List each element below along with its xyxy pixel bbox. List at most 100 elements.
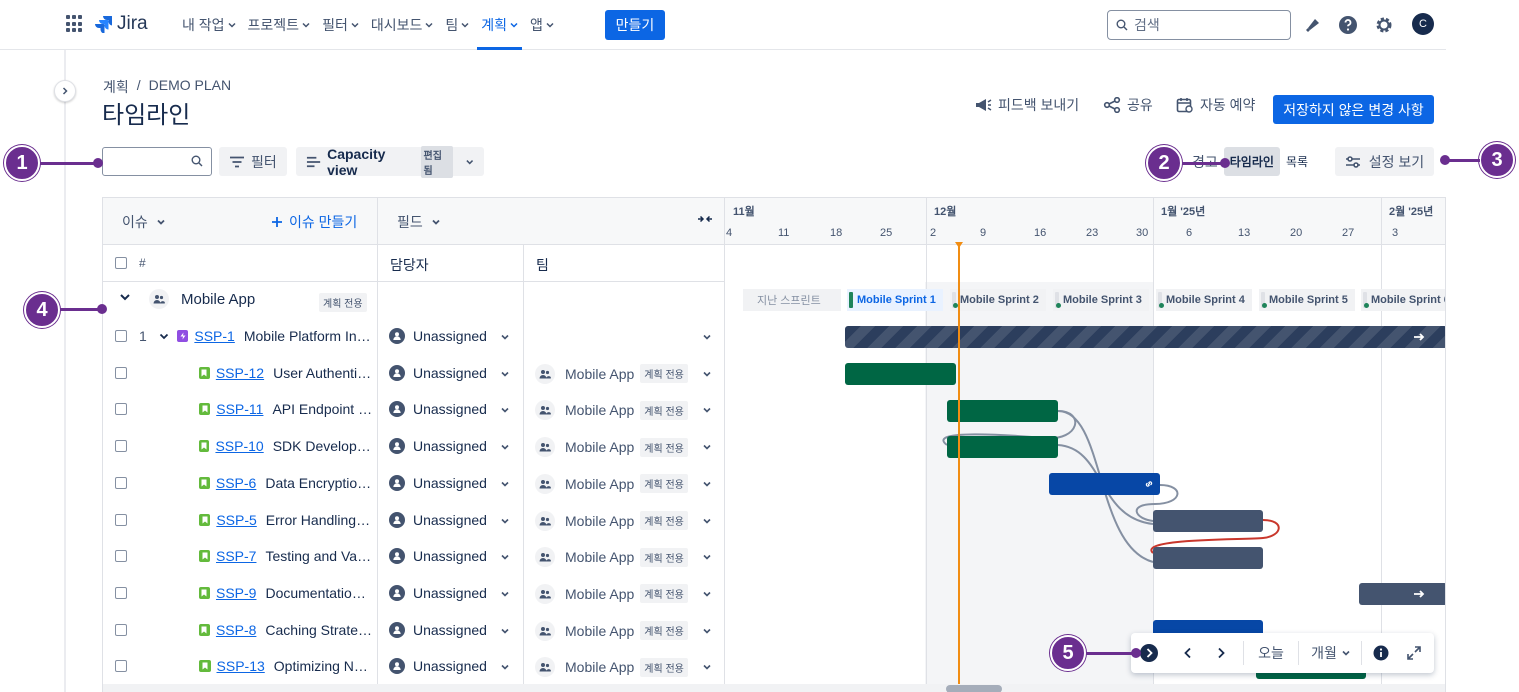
chevron-down-icon[interactable]: [702, 626, 712, 636]
collapse-group-icon[interactable]: [119, 291, 131, 303]
app-switcher-icon[interactable]: [66, 15, 84, 33]
assignee-column-header[interactable]: 담당자: [390, 255, 429, 275]
table-row[interactable]: SSP-11 API Endpoint D... Unassigned Mobi…: [103, 392, 725, 429]
issues-dropdown[interactable]: 이슈: [122, 212, 166, 232]
issue-summary[interactable]: Caching Strategy...: [265, 622, 373, 638]
issue-key-link[interactable]: SSP-8: [216, 622, 256, 638]
user-avatar[interactable]: C: [1412, 13, 1434, 35]
issue-bar-ssp-7[interactable]: [1153, 547, 1263, 569]
row-checkbox[interactable]: [115, 550, 127, 563]
auto-schedule-button[interactable]: 자동 예약: [1176, 95, 1255, 115]
nav-filters[interactable]: 필터: [316, 0, 365, 50]
row-checkbox[interactable]: [115, 476, 127, 489]
issue-key-link[interactable]: SSP-11: [216, 401, 263, 417]
create-button[interactable]: 만들기: [605, 10, 665, 40]
breadcrumb-plans[interactable]: 계획: [103, 77, 129, 97]
table-row[interactable]: 1 SSP-1 Mobile Platform Inte... Unassign…: [103, 319, 725, 356]
issue-key-link[interactable]: SSP-7: [216, 548, 256, 564]
issue-summary[interactable]: API Endpoint D...: [272, 401, 373, 417]
chevron-down-icon[interactable]: [500, 332, 510, 342]
help-icon[interactable]: [1337, 14, 1359, 36]
table-row[interactable]: SSP-12 User Authentica... Unassigned Mob…: [103, 356, 725, 393]
issue-summary[interactable]: Data Encryption I...: [265, 475, 373, 491]
issue-bar-ssp-6[interactable]: [1049, 473, 1160, 495]
chevron-down-icon[interactable]: [702, 516, 712, 526]
chevron-down-icon[interactable]: [500, 369, 510, 379]
team-field[interactable]: Mobile App 계획 전용: [535, 437, 688, 458]
fullscreen-icon[interactable]: [1396, 646, 1432, 660]
epic-bar-ssp-1[interactable]: [845, 326, 1445, 348]
table-row[interactable]: SSP-8 Caching Strategy... Unassigned Mob…: [103, 613, 725, 650]
settings-gear-icon[interactable]: [1373, 14, 1395, 36]
assignee-field[interactable]: Unassigned: [389, 584, 487, 601]
issue-summary[interactable]: User Authentica...: [273, 365, 373, 381]
info-icon[interactable]: [1366, 645, 1396, 661]
row-checkbox[interactable]: [115, 330, 127, 342]
expand-children-icon[interactable]: [159, 331, 169, 341]
assignee-field[interactable]: Unassigned: [389, 658, 487, 675]
expand-sidebar-button[interactable]: [54, 80, 76, 102]
chevron-down-icon[interactable]: [702, 442, 712, 452]
view-settings-button[interactable]: 설정 보기: [1335, 147, 1434, 176]
assignee-field[interactable]: Unassigned: [389, 474, 487, 491]
row-checkbox[interactable]: [115, 366, 127, 379]
chevron-down-icon[interactable]: [500, 516, 510, 526]
scroll-right-button[interactable]: [1205, 647, 1237, 659]
chevron-down-icon[interactable]: [702, 369, 712, 379]
team-field[interactable]: Mobile App 계획 전용: [535, 657, 688, 678]
row-checkbox[interactable]: [115, 660, 127, 673]
issue-bar-ssp-10[interactable]: [947, 436, 1058, 458]
team-field[interactable]: Mobile App 계획 전용: [535, 620, 688, 641]
fields-dropdown[interactable]: 필드: [397, 212, 441, 232]
table-row[interactable]: SSP-5 Error Handling a... Unassigned Mob…: [103, 503, 725, 540]
chevron-down-icon[interactable]: [702, 662, 712, 672]
issue-key-link[interactable]: SSP-12: [216, 365, 264, 381]
table-row[interactable]: SSP-7 Testing and Valid... Unassigned Mo…: [103, 539, 725, 576]
assignee-field[interactable]: Unassigned: [389, 364, 487, 381]
scroll-left-button[interactable]: [1171, 647, 1205, 659]
issue-summary[interactable]: Testing and Valid...: [265, 548, 373, 564]
today-button[interactable]: 오늘: [1250, 643, 1292, 663]
issue-key-link[interactable]: SSP-5: [216, 512, 256, 528]
search-input[interactable]: 검색: [1107, 10, 1291, 40]
unsaved-changes-button[interactable]: 저장하지 않은 변경 사항: [1273, 95, 1434, 124]
issue-summary[interactable]: Error Handling a...: [266, 512, 373, 528]
scrollbar-thumb[interactable]: [946, 685, 1002, 692]
assignee-field[interactable]: Unassigned: [389, 438, 487, 455]
share-button[interactable]: 공유: [1103, 95, 1153, 115]
jira-logo[interactable]: Jira: [94, 13, 148, 35]
capacity-view-dropdown[interactable]: Capacity view 편집됨: [296, 145, 484, 178]
scale-dropdown[interactable]: 개월: [1305, 643, 1357, 663]
assignee-field[interactable]: Unassigned: [389, 401, 487, 418]
issue-summary[interactable]: Optimizing Net...: [274, 658, 373, 674]
issue-key-link[interactable]: SSP-10: [215, 438, 263, 454]
issue-key-link[interactable]: SSP-6: [216, 475, 256, 491]
chevron-down-icon[interactable]: [500, 589, 510, 599]
chevron-down-icon[interactable]: [702, 479, 712, 489]
issue-summary[interactable]: Documentation a...: [265, 585, 373, 601]
issue-bar-ssp-5[interactable]: [1153, 510, 1263, 532]
chevron-down-icon[interactable]: [500, 405, 510, 415]
issue-bar-ssp-12[interactable]: [845, 363, 956, 385]
team-field[interactable]: Mobile App 계획 전용: [535, 583, 688, 604]
issue-summary[interactable]: Mobile Platform Inte...: [244, 328, 373, 344]
table-row[interactable]: SSP-9 Documentation a... Unassigned Mobi…: [103, 576, 725, 613]
notifications-icon[interactable]: [1302, 14, 1324, 36]
table-row[interactable]: SSP-6 Data Encryption I... Unassigned Mo…: [103, 466, 725, 503]
nav-teams[interactable]: 팀: [439, 0, 475, 50]
row-checkbox[interactable]: [115, 403, 127, 416]
create-issue-button[interactable]: 이슈 만들기: [271, 212, 357, 232]
plan-search-input[interactable]: [102, 147, 212, 176]
table-row[interactable]: SSP-10 SDK Developme... Unassigned Mobil…: [103, 429, 725, 466]
breadcrumb-plan[interactable]: DEMO PLAN: [149, 77, 231, 97]
issue-key-link[interactable]: SSP-9: [216, 585, 256, 601]
assignee-field[interactable]: Unassigned: [389, 511, 487, 528]
chevron-down-icon[interactable]: [500, 552, 510, 562]
chevron-down-icon[interactable]: [500, 442, 510, 452]
row-checkbox[interactable]: [115, 623, 127, 636]
chevron-down-icon[interactable]: [500, 662, 510, 672]
team-field[interactable]: Mobile App 계획 전용: [535, 473, 688, 494]
chevron-down-icon[interactable]: [702, 552, 712, 562]
chevron-down-icon[interactable]: [500, 479, 510, 489]
issue-summary[interactable]: SDK Developme...: [273, 438, 373, 454]
